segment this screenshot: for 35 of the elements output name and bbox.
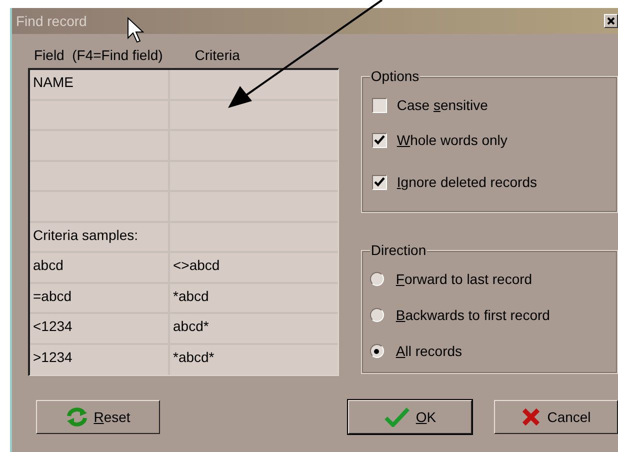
close-button[interactable] [604,14,618,28]
table-cell: <1234 [33,318,72,334]
reset-button[interactable]: Reset [36,400,160,434]
table-cell: *abcd* [173,348,214,364]
checkbox[interactable] [372,174,387,190]
cursor-icon [128,16,144,43]
table-cell: <>abcd [173,257,220,273]
column-header: Field (F4=Find field) [33,46,163,65]
ok-button[interactable]: OK [348,400,472,434]
column-header: Criteria [194,46,240,65]
radio-button[interactable] [370,272,384,286]
group-title: Options [370,68,420,84]
checkbox[interactable] [372,132,387,148]
table-cell: Criteria samples: [33,226,138,242]
table-cell: abcd* [173,318,209,334]
radio-label[interactable]: Backwards to first record [396,304,550,326]
checkbox-label[interactable]: Case sensitive [396,94,488,116]
cancel-button[interactable]: Cancel [494,400,618,434]
checkbox[interactable] [372,98,387,112]
group-title: Direction [370,242,428,258]
refresh-icon [66,407,88,427]
radio-button[interactable] [370,308,384,322]
checkmark-icon [384,407,410,427]
table-cell: NAME [33,74,74,90]
window-title: Find record [16,12,87,30]
radio-button[interactable] [370,344,384,358]
cross-icon [521,407,542,427]
checkbox-label[interactable]: Ignore deleted records [396,172,537,192]
radio-label[interactable]: Forward to last record [396,268,532,290]
checkbox-label[interactable]: Whole words only [396,130,508,150]
table-cell: >1234 [33,348,72,364]
table-cell: abcd [33,257,64,273]
table-cell: *abcd [173,288,209,304]
table-cell: =abcd [33,288,72,304]
radio-label[interactable]: All records [396,340,462,362]
